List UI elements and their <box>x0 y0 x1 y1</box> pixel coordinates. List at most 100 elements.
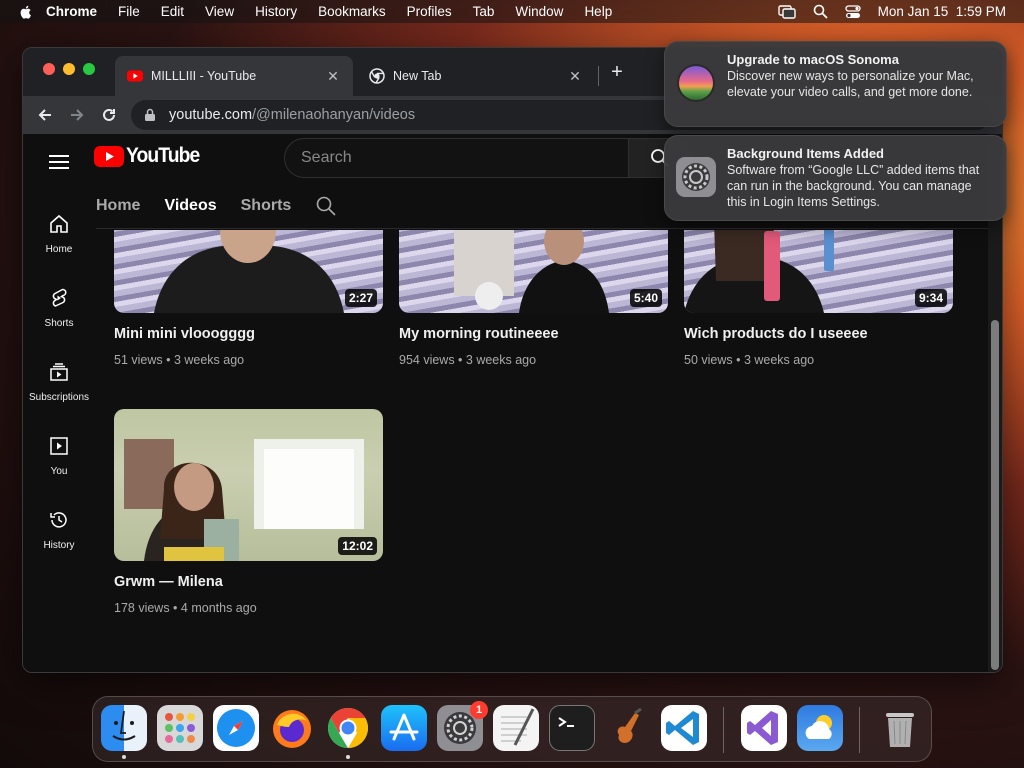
screen-mirroring-icon[interactable] <box>777 4 796 19</box>
guide-item-you[interactable]: You <box>23 420 95 494</box>
video-title[interactable]: Wich products do I useeee <box>684 326 953 342</box>
back-button[interactable] <box>31 101 59 129</box>
menu-window[interactable]: Window <box>515 4 563 19</box>
guide-item-home[interactable]: Home <box>23 198 95 272</box>
video-card[interactable]: 12:02 Grwm — Milena 178 views • 4 months… <box>114 409 383 615</box>
arrow-right-icon <box>71 109 84 121</box>
minimize-window-button[interactable] <box>63 63 75 75</box>
notification-sonoma[interactable]: Upgrade to macOS Sonoma Discover new way… <box>664 41 1007 127</box>
dock-separator <box>723 707 724 753</box>
video-meta: 954 views • 3 weeks ago <box>399 353 537 367</box>
video-card[interactable]: 9:34 Wich products do I useeee 50 views … <box>684 230 953 367</box>
reload-button[interactable] <box>95 101 123 129</box>
video-title[interactable]: Mini mini vlooogggg <box>114 326 383 342</box>
menu-view[interactable]: View <box>205 4 234 19</box>
notification-badge: 1 <box>470 701 488 719</box>
history-icon <box>50 512 67 528</box>
tab-new-tab[interactable]: New Tab ✕ <box>357 56 595 96</box>
video-card[interactable]: 5:40 My morning routineeee 954 views • 3… <box>399 230 668 367</box>
url-host: youtube.com <box>169 107 253 123</box>
menu-tab[interactable]: Tab <box>473 4 495 19</box>
guide-label: Shorts <box>44 318 74 329</box>
menu-bar-clock[interactable]: Mon Jan 15 1:59 PM <box>878 4 1006 19</box>
notification-body: Discover new ways to personalize your Ma… <box>727 69 974 99</box>
guide-label: Home <box>45 244 73 255</box>
thumbnail-art <box>154 230 344 313</box>
menu-icon[interactable] <box>47 152 71 172</box>
video-meta: 178 views • 4 months ago <box>114 601 257 615</box>
video-duration: 9:34 <box>914 289 947 307</box>
arrow-left-icon <box>38 109 51 121</box>
site-info-icon[interactable] <box>143 108 157 122</box>
notification-body: Software from “Google LLC” added items t… <box>727 163 980 209</box>
system-settings-icon <box>676 157 716 197</box>
search-input[interactable]: Search <box>284 138 629 178</box>
tab-title: New Tab <box>393 69 442 83</box>
tab-youtube[interactable]: MILLLIII - YouTube ✕ <box>115 56 353 96</box>
macos-menu-bar: Chrome File Edit View History Bookmarks … <box>0 0 1024 23</box>
close-tab-icon[interactable]: ✕ <box>325 68 341 84</box>
close-window-button[interactable] <box>43 63 55 75</box>
menu-app-name[interactable]: Chrome <box>46 4 97 19</box>
menu-history[interactable]: History <box>255 4 297 19</box>
scrollbar-thumb[interactable] <box>991 320 999 670</box>
notification-title: Upgrade to macOS Sonoma <box>727 52 899 67</box>
terminal-icon[interactable] <box>549 705 595 751</box>
guide-item-shorts[interactable]: Shorts <box>23 272 95 346</box>
firefox-icon[interactable] <box>269 705 315 751</box>
garageband-icon[interactable] <box>605 705 651 751</box>
safari-icon[interactable] <box>213 705 259 751</box>
video-card[interactable]: 2:27 Mini mini vlooogggg 51 views • 3 we… <box>114 230 383 367</box>
textedit-icon[interactable] <box>493 705 539 751</box>
vscode-icon[interactable] <box>661 705 707 751</box>
spotlight-search-icon[interactable] <box>813 4 828 19</box>
video-meta: 50 views • 3 weeks ago <box>684 353 815 367</box>
notification-background-items[interactable]: Background Items Added Software from “Go… <box>664 135 1007 221</box>
video-grid: 2:27 Mini mini vlooogggg 51 views • 3 we… <box>114 230 984 672</box>
menu-file[interactable]: File <box>118 4 140 19</box>
apple-menu-icon[interactable] <box>18 4 34 20</box>
video-meta: 51 views • 3 weeks ago <box>114 353 245 367</box>
finder-icon[interactable] <box>101 705 147 751</box>
video-title[interactable]: My morning routineeee <box>399 326 668 342</box>
youtube-logo[interactable]: YouTube <box>94 144 206 168</box>
channel-search-icon[interactable] <box>315 195 337 217</box>
visual-studio-icon[interactable] <box>741 705 787 751</box>
app-store-icon[interactable] <box>381 705 427 751</box>
zoom-window-button[interactable] <box>83 63 95 75</box>
chrome-icon <box>369 68 385 84</box>
guide-item-subscriptions[interactable]: Subscriptions <box>23 346 95 420</box>
guide-label: Subscriptions <box>28 392 90 403</box>
video-thumbnail[interactable]: 5:40 <box>399 230 668 313</box>
video-thumbnail[interactable]: 2:27 <box>114 230 383 313</box>
video-duration: 5:40 <box>629 289 662 307</box>
weather-icon[interactable] <box>797 705 843 751</box>
thumbnail-art <box>454 230 609 313</box>
guide-item-history[interactable]: History <box>23 494 95 568</box>
launchpad-icon[interactable] <box>157 705 203 751</box>
tab-divider <box>598 66 599 86</box>
trash-icon[interactable] <box>877 705 923 751</box>
tab-home[interactable]: Home <box>96 190 140 225</box>
control-center-icon[interactable] <box>845 4 861 19</box>
youtube-icon <box>127 70 143 82</box>
video-thumbnail[interactable]: 9:34 <box>684 230 953 313</box>
new-tab-button[interactable]: + <box>607 62 627 82</box>
guide-label: You <box>50 466 68 477</box>
tab-videos[interactable]: Videos <box>164 190 217 233</box>
close-tab-icon[interactable]: ✕ <box>567 68 583 84</box>
channel-tabs: Home Videos Shorts <box>96 190 337 233</box>
tab-shorts[interactable]: Shorts <box>241 190 292 225</box>
menu-bookmarks[interactable]: Bookmarks <box>318 4 386 19</box>
youtube-logo-icon <box>94 145 124 167</box>
url-path: /@milenaohanyan/videos <box>252 107 416 123</box>
video-title[interactable]: Grwm — Milena <box>114 574 383 590</box>
forward-button[interactable] <box>63 101 91 129</box>
video-thumbnail[interactable]: 12:02 <box>114 409 383 561</box>
tabs-divider <box>96 228 989 229</box>
youtube-wordmark: YouTube <box>126 144 200 167</box>
menu-help[interactable]: Help <box>584 4 612 19</box>
menu-edit[interactable]: Edit <box>161 4 184 19</box>
chrome-app-icon[interactable] <box>325 705 371 751</box>
menu-profiles[interactable]: Profiles <box>407 4 452 19</box>
